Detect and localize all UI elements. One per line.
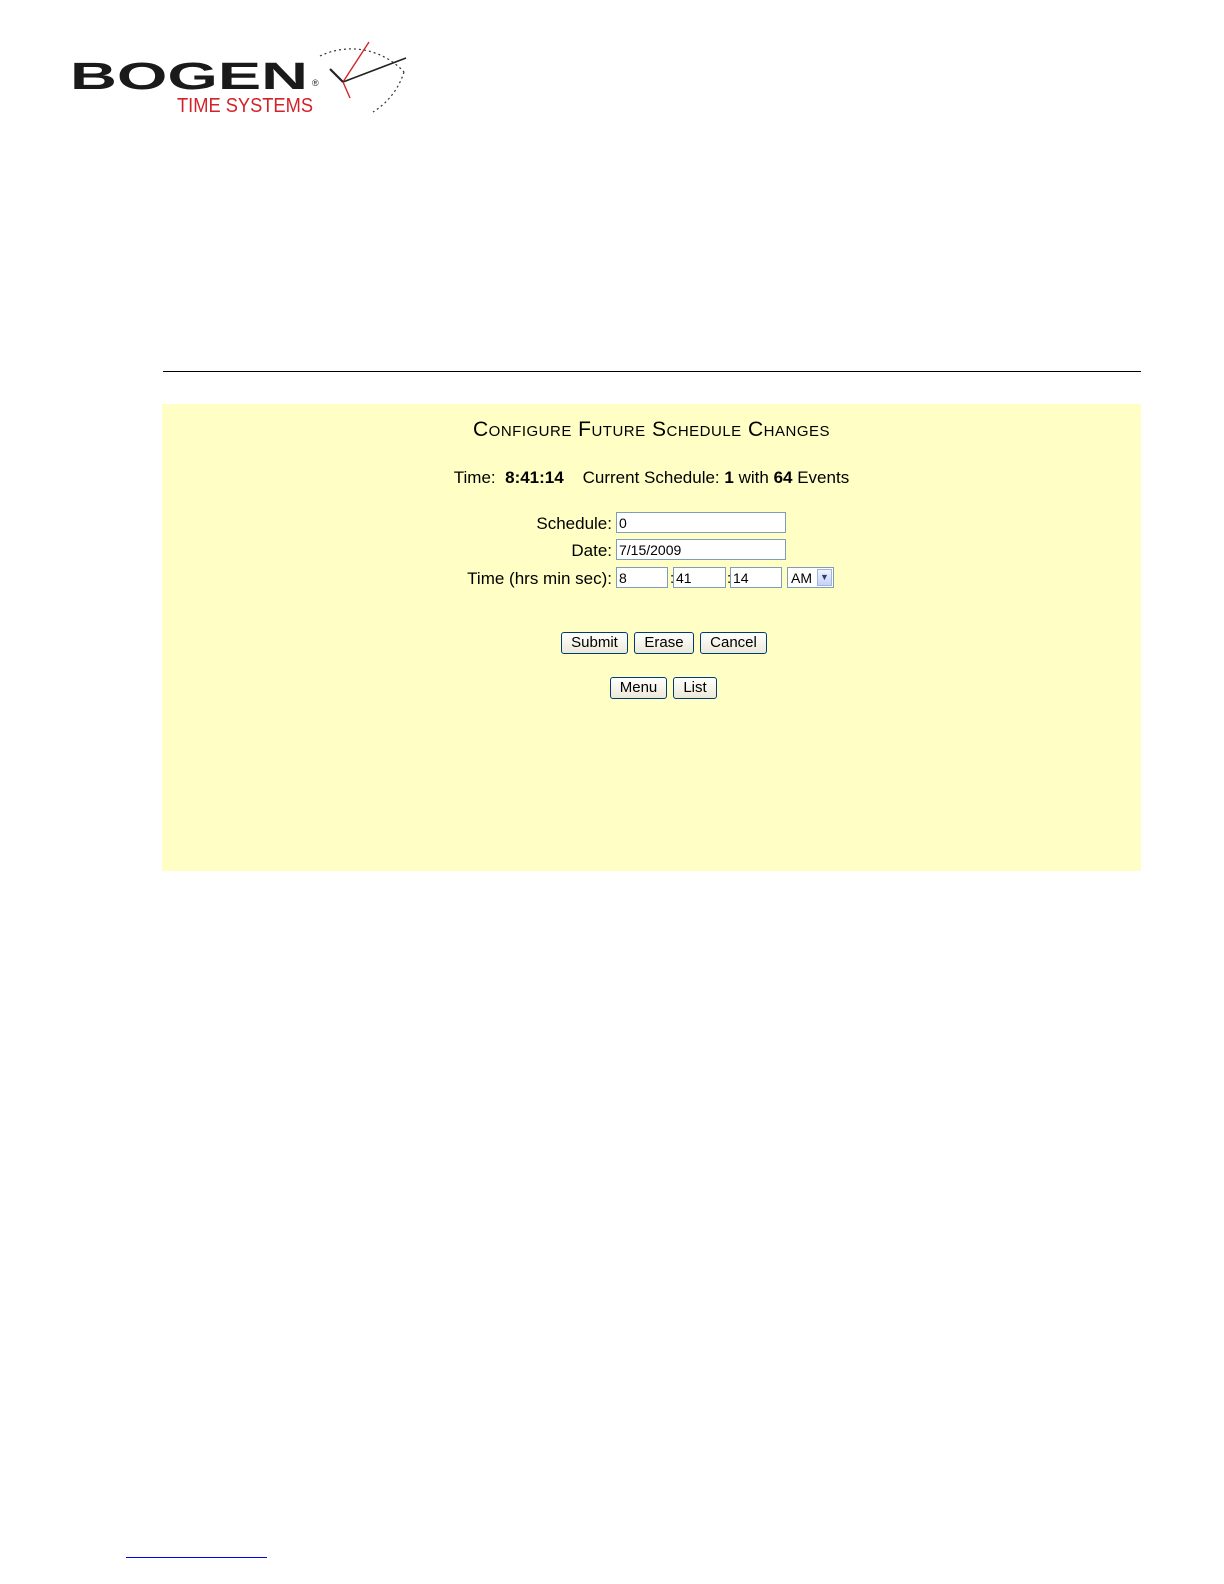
horizontal-rule [163, 371, 1141, 372]
hours-input[interactable] [616, 567, 668, 588]
status-line: Time: 8:41:14 Current Schedule: 1 with 6… [162, 468, 1141, 488]
logo-graphic: BOGEN ® TIME SYSTEMS [70, 41, 407, 117]
date-row: Date: [162, 539, 1141, 563]
status-time-label: Time: [453, 468, 496, 487]
schedule-panel: Configure Future Schedule Changes Time: … [162, 404, 1141, 871]
schedule-row: Schedule: [162, 512, 1141, 536]
footer-link[interactable] [126, 1557, 267, 1558]
schedule-label: Schedule: [536, 514, 612, 533]
chevron-down-icon[interactable]: ▼ [817, 569, 832, 586]
clock-dial-icon [319, 41, 407, 113]
logo-brand-text: BOGEN [70, 56, 308, 98]
list-button[interactable]: List [673, 677, 717, 699]
time-label: Time (hrs min sec): [467, 569, 612, 588]
minutes-input[interactable] [673, 567, 726, 588]
ampm-select[interactable]: AM ▼ [787, 567, 834, 588]
time-row: Time (hrs min sec): : : AM ▼ [162, 567, 1141, 591]
status-events-count: 64 [773, 468, 793, 487]
schedule-input[interactable] [616, 512, 786, 533]
status-schedule-value: 1 [724, 468, 734, 487]
ampm-value: AM [791, 570, 812, 586]
cancel-button[interactable]: Cancel [700, 632, 767, 654]
bogen-logo: BOGEN ® TIME SYSTEMS [68, 34, 413, 118]
submit-button[interactable]: Submit [561, 632, 628, 654]
date-input[interactable] [616, 539, 786, 560]
status-schedule-label: Current Schedule: [582, 468, 720, 487]
menu-button[interactable]: Menu [610, 677, 667, 699]
seconds-input[interactable] [730, 567, 782, 588]
status-time-value: 8:41:14 [505, 468, 564, 487]
page-title: Configure Future Schedule Changes [472, 418, 831, 441]
logo-registered-mark: ® [312, 78, 319, 88]
logo-tagline-text: TIME SYSTEMS [177, 95, 313, 117]
status-with-text: with [738, 468, 769, 487]
status-events-label: Events [797, 468, 850, 487]
date-label: Date: [571, 541, 612, 560]
erase-button[interactable]: Erase [634, 632, 694, 654]
